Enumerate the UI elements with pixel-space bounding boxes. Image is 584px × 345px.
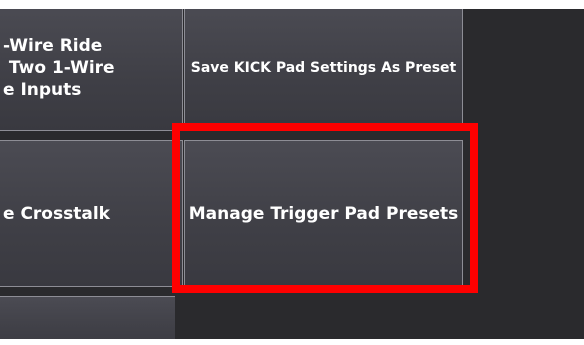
partial-bottom-tile-button[interactable] [0, 296, 183, 339]
hi-hat-wire-ride-inputs-button[interactable]: -Wire Ride Two 1-Wire e Inputs [0, 9, 183, 131]
empty-grid-area [175, 292, 584, 339]
crosstalk-button[interactable]: e Crosstalk [0, 140, 183, 287]
manage-trigger-pad-presets-button[interactable]: Manage Trigger Pad Presets [184, 140, 463, 287]
tile-label: Save KICK Pad Settings As Preset [190, 60, 457, 76]
screen: -Wire Ride Two 1-Wire e Inputs e Crossta… [0, 0, 584, 345]
tile-label: e Crosstalk [3, 203, 110, 224]
tile-label: -Wire Ride Two 1-Wire e Inputs [3, 36, 115, 100]
trigger-settings-grid: -Wire Ride Two 1-Wire e Inputs e Crossta… [0, 9, 584, 339]
tile-label: Manage Trigger Pad Presets [188, 203, 459, 224]
save-kick-pad-settings-preset-button[interactable]: Save KICK Pad Settings As Preset [184, 9, 463, 131]
